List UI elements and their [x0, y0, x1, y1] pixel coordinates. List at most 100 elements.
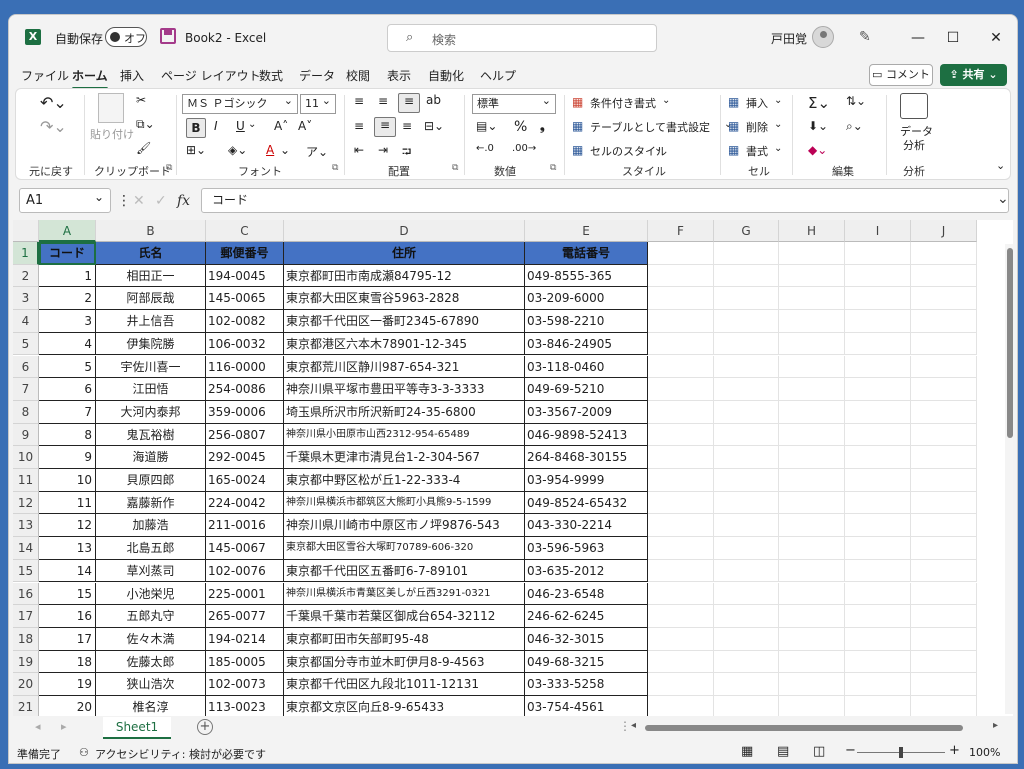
- empty-cell[interactable]: [845, 355, 911, 379]
- format-as-table-button[interactable]: テーブルとして書式設定: [590, 119, 710, 135]
- italic-button[interactable]: I: [214, 119, 218, 133]
- table-cell[interactable]: 神奈川県横浜市都筑区大熊町小具熊9-5-1599: [284, 491, 525, 515]
- tab-data[interactable]: データ: [299, 67, 335, 84]
- table-cell[interactable]: 116-0000: [206, 355, 284, 379]
- empty-cell[interactable]: [845, 582, 911, 606]
- number-launcher-icon[interactable]: ⧉: [550, 163, 556, 173]
- empty-cell[interactable]: [714, 310, 779, 333]
- empty-cell[interactable]: [845, 514, 911, 538]
- empty-cell[interactable]: [779, 332, 845, 356]
- table-cell[interactable]: 神奈川県横浜市青葉区美しが丘西3291-0321: [284, 582, 525, 606]
- table-cell[interactable]: 102-0082: [206, 310, 284, 333]
- table-cell[interactable]: 165-0024: [206, 469, 284, 492]
- table-cell[interactable]: 03-754-4561: [525, 696, 648, 716]
- tab-view[interactable]: 表示: [387, 67, 411, 84]
- empty-cell[interactable]: [714, 264, 779, 288]
- empty-cell[interactable]: [779, 650, 845, 674]
- table-cell[interactable]: 03-635-2012: [525, 559, 648, 583]
- row-header-17[interactable]: 17: [13, 605, 39, 628]
- empty-cell[interactable]: [911, 287, 977, 311]
- accessibility-icon[interactable]: ⚇: [79, 746, 89, 759]
- currency-icon[interactable]: ▤⌄: [476, 119, 497, 133]
- row-header-8[interactable]: 8: [13, 400, 39, 424]
- empty-cell[interactable]: [714, 491, 779, 515]
- empty-cell[interactable]: [911, 355, 977, 379]
- tab-automate[interactable]: 自動化: [428, 67, 464, 84]
- table-cell[interactable]: 359-0006: [206, 400, 284, 424]
- format-cells-button[interactable]: 書式: [746, 143, 768, 159]
- empty-cell[interactable]: [714, 242, 779, 265]
- increase-indent-icon[interactable]: ⇥: [378, 143, 388, 157]
- underline-dropdown-icon[interactable]: ⌄: [248, 119, 256, 130]
- empty-cell[interactable]: [714, 332, 779, 356]
- row-header-19[interactable]: 19: [13, 650, 39, 674]
- empty-cell[interactable]: [845, 287, 911, 311]
- phonetic-icon[interactable]: ア⌄: [306, 143, 328, 160]
- percent-button[interactable]: %: [514, 119, 527, 135]
- align-left-icon[interactable]: ≡: [354, 119, 364, 133]
- empty-cell[interactable]: [648, 287, 714, 311]
- empty-cell[interactable]: [779, 559, 845, 583]
- empty-cell[interactable]: [779, 242, 845, 265]
- decrease-indent-icon[interactable]: ⇤: [354, 143, 364, 157]
- table-cell[interactable]: 神奈川県平塚市豊田平等寺3-3-3333: [284, 378, 525, 401]
- table-cell[interactable]: 貝原四郎: [96, 469, 206, 492]
- header-cell[interactable]: 住所: [284, 242, 525, 265]
- empty-cell[interactable]: [779, 310, 845, 333]
- empty-cell[interactable]: [648, 469, 714, 492]
- font-color-dropdown-icon[interactable]: ⌄: [280, 143, 290, 157]
- column-header-f[interactable]: F: [648, 220, 714, 242]
- empty-cell[interactable]: [845, 242, 911, 265]
- tab-review[interactable]: 校閲: [346, 67, 370, 84]
- page-layout-view-icon[interactable]: ▤: [777, 744, 789, 759]
- row-header-5[interactable]: 5: [13, 332, 39, 356]
- column-header-b[interactable]: B: [96, 220, 206, 242]
- table-cell[interactable]: 東京都中野区松が丘1-22-333-4: [284, 469, 525, 492]
- table-cell[interactable]: 埼玉県所沢市所沢新町24-35-6800: [284, 400, 525, 424]
- row-header-7[interactable]: 7: [13, 378, 39, 401]
- empty-cell[interactable]: [911, 378, 977, 401]
- table-cell[interactable]: 194-0214: [206, 627, 284, 651]
- row-header-20[interactable]: 20: [13, 673, 39, 696]
- empty-cell[interactable]: [648, 605, 714, 628]
- vertical-scroll-thumb[interactable]: [1007, 248, 1013, 438]
- tab-home[interactable]: ホーム: [72, 67, 108, 90]
- empty-cell[interactable]: [779, 400, 845, 424]
- tab-help[interactable]: ヘルプ: [480, 67, 516, 84]
- empty-cell[interactable]: [714, 355, 779, 379]
- empty-cell[interactable]: [911, 423, 977, 447]
- zoom-out-button[interactable]: −: [845, 743, 856, 758]
- row-header-6[interactable]: 6: [13, 355, 39, 379]
- table-cell[interactable]: 江田悟: [96, 378, 206, 401]
- row-header-16[interactable]: 16: [13, 582, 39, 606]
- row-header-2[interactable]: 2: [13, 264, 39, 288]
- spreadsheet-grid[interactable]: A B C D E F G H I J 1 2 3 4 5 6 7 8 9 10 11 12 13 14 15 16 17 18 19 2…: [13, 220, 1013, 716]
- empty-cell[interactable]: [845, 559, 911, 583]
- tab-file[interactable]: ファイル: [21, 67, 69, 84]
- table-cell[interactable]: 千葉県千葉市若葉区御成台654-32112: [284, 605, 525, 628]
- table-cell[interactable]: 17: [39, 627, 96, 651]
- table-cell[interactable]: 嘉藤新作: [96, 491, 206, 515]
- tab-formulas[interactable]: 数式: [259, 67, 283, 84]
- empty-cell[interactable]: [779, 605, 845, 628]
- row-header-18[interactable]: 18: [13, 627, 39, 651]
- table-cell[interactable]: 五郎丸守: [96, 605, 206, 628]
- font-launcher-icon[interactable]: ⧉: [332, 163, 338, 173]
- table-cell[interactable]: 東京都港区六本木78901-12-345: [284, 332, 525, 356]
- empty-cell[interactable]: [648, 627, 714, 651]
- empty-cell[interactable]: [911, 242, 977, 265]
- zoom-in-button[interactable]: +: [949, 743, 960, 758]
- table-cell[interactable]: 03-209-6000: [525, 287, 648, 311]
- expand-formula-icon[interactable]: ⌄: [997, 191, 1009, 207]
- empty-cell[interactable]: [845, 264, 911, 288]
- column-header-c[interactable]: C: [206, 220, 284, 242]
- enter-icon[interactable]: ✓: [155, 193, 167, 209]
- table-cell[interactable]: 2: [39, 287, 96, 311]
- table-cell[interactable]: 145-0065: [206, 287, 284, 311]
- table-cell[interactable]: 1: [39, 264, 96, 288]
- table-cell[interactable]: 03-954-9999: [525, 469, 648, 492]
- copy-icon[interactable]: ⧉⌄: [136, 117, 155, 132]
- empty-cell[interactable]: [714, 582, 779, 606]
- empty-cell[interactable]: [845, 650, 911, 674]
- empty-cell[interactable]: [845, 673, 911, 696]
